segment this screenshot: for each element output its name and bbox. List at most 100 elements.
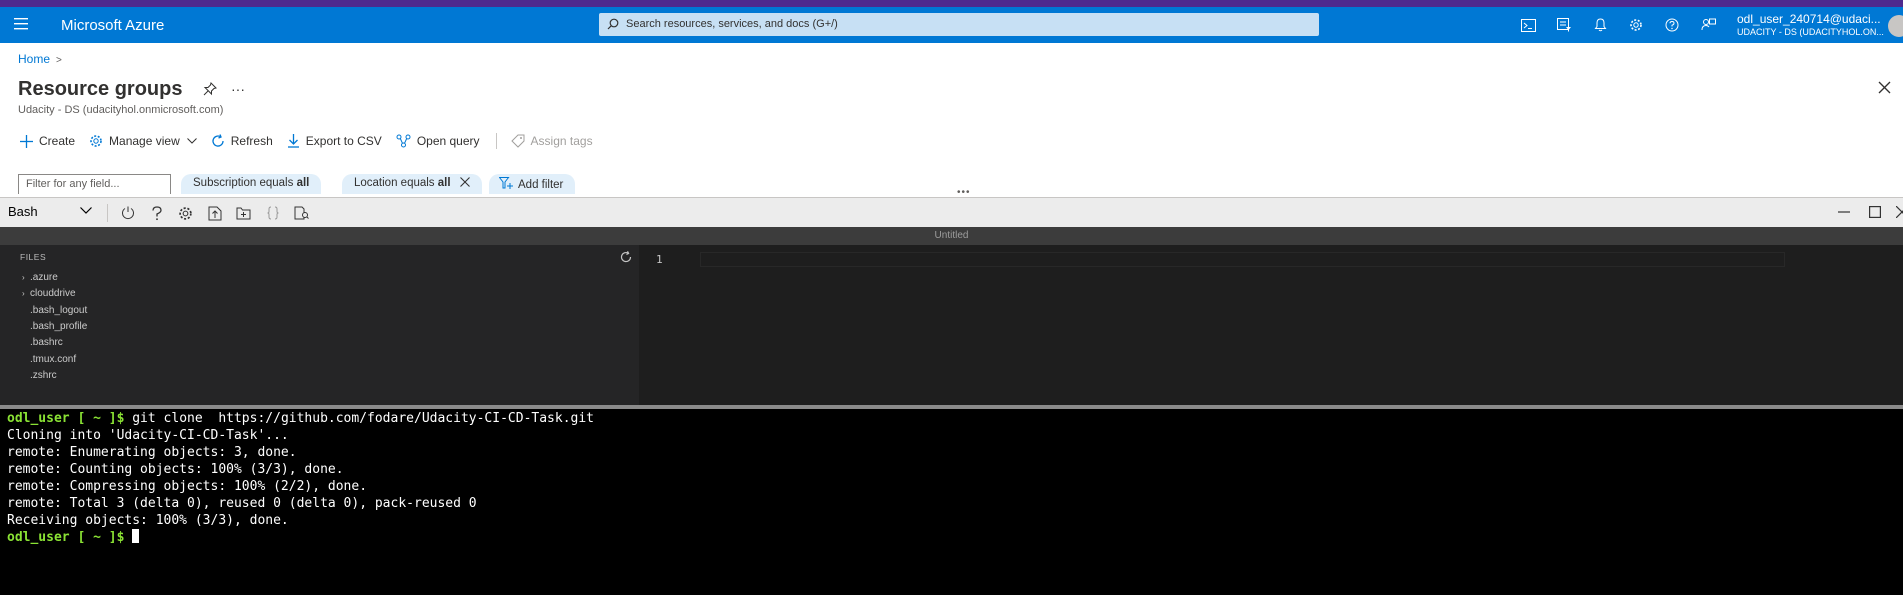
terminal-output: Cloning into 'Udacity-CI-CD-Task'... remo… bbox=[7, 427, 1896, 529]
chevron-down-icon bbox=[186, 138, 197, 144]
file-tree-item-label: .bashrc bbox=[30, 337, 63, 349]
gear-icon bbox=[90, 135, 102, 147]
add-filter-button[interactable]: Add filter bbox=[489, 174, 576, 194]
terminal-command-line: odl_user [ ~ ]$ git clone https://github… bbox=[7, 410, 1896, 427]
editor-braces-icon[interactable] bbox=[258, 205, 287, 221]
assign-tags-label: Assign tags bbox=[530, 134, 593, 148]
refresh-icon[interactable] bbox=[620, 251, 632, 263]
terminal-output-line: remote: Counting objects: 100% (3/3), do… bbox=[7, 462, 344, 477]
file-tree-item-label: clouddrive bbox=[30, 288, 76, 300]
create-label: Create bbox=[39, 134, 76, 148]
topbar-icon-group bbox=[1510, 16, 1726, 34]
subscription-filter-value: all bbox=[296, 177, 310, 189]
file-tree-item[interactable]: › clouddrive bbox=[22, 288, 76, 302]
command-separator bbox=[495, 133, 497, 149]
hamburger-menu-icon[interactable] bbox=[14, 18, 28, 30]
file-tree-item[interactable]: .bash_logout bbox=[22, 305, 87, 319]
terminal-output-line: remote: Compressing objects: 100% (2/2),… bbox=[7, 479, 368, 494]
search-icon bbox=[607, 18, 619, 30]
download-icon bbox=[287, 134, 299, 148]
close-icon[interactable] bbox=[1878, 81, 1891, 94]
close-icon[interactable] bbox=[459, 177, 470, 187]
shell-toolbar-icons bbox=[113, 205, 316, 221]
file-tree-item-label: .bash_logout bbox=[30, 304, 88, 316]
help-icon[interactable] bbox=[1654, 16, 1690, 34]
terminal-final-prompt: odl_user [ ~ ]$ bbox=[7, 530, 125, 545]
export-csv-label: Export to CSV bbox=[305, 134, 382, 148]
global-search-box[interactable]: Search resources, services, and docs (G+… bbox=[599, 13, 1319, 36]
avatar[interactable] bbox=[1888, 15, 1903, 37]
terminal-output-line: Receiving objects: 100% (3/3), done. bbox=[7, 513, 289, 528]
file-tree-item[interactable]: › .azure bbox=[22, 272, 58, 286]
file-tree-item-label: .azure bbox=[30, 272, 58, 283]
subscription-filter-pill[interactable]: Subscription equals all bbox=[181, 174, 322, 194]
portal-brand[interactable]: Microsoft Azure bbox=[61, 17, 164, 34]
tag-icon bbox=[510, 134, 525, 148]
add-filter-icon bbox=[498, 177, 513, 189]
open-query-button[interactable]: Open query bbox=[396, 134, 480, 148]
shell-type-selector[interactable]: Bash bbox=[8, 204, 38, 219]
command-bar: Create Manage view Refresh Export to CSV… bbox=[20, 133, 607, 149]
breadcrumb-home-link[interactable]: Home bbox=[18, 52, 50, 66]
filter-field-input[interactable]: Filter for any field... bbox=[18, 174, 171, 194]
upload-download-icon[interactable] bbox=[200, 205, 229, 221]
plus-icon bbox=[20, 134, 33, 148]
terminal-cursor bbox=[132, 529, 140, 543]
code-editor-pane: Untitled FILES › .azure › clouddrive .bash_l… bbox=[0, 227, 1903, 405]
chevron-down-icon[interactable] bbox=[80, 207, 92, 214]
refresh-icon bbox=[212, 134, 224, 147]
editor-tab-title: Untitled bbox=[0, 227, 1903, 245]
file-tree-item[interactable]: .tmux.conf bbox=[22, 354, 76, 368]
close-icon[interactable] bbox=[1896, 206, 1903, 218]
breadcrumb: Home > bbox=[18, 52, 62, 66]
pin-icon[interactable] bbox=[203, 82, 217, 96]
cloud-shell-icon[interactable] bbox=[1510, 16, 1546, 34]
directory-filter-icon[interactable] bbox=[1546, 16, 1582, 34]
file-tree-item[interactable]: .bash_profile bbox=[22, 321, 87, 335]
top-accent-strip bbox=[0, 0, 1903, 7]
account-menu[interactable]: odl_user_240714@udaci... UDACITY - DS (U… bbox=[1737, 12, 1884, 37]
page-title: Resource groups bbox=[18, 78, 183, 100]
minimize-icon[interactable] bbox=[1838, 206, 1850, 218]
create-button[interactable]: Create bbox=[20, 134, 75, 148]
export-csv-button[interactable]: Export to CSV bbox=[287, 134, 382, 148]
chevron-right-icon: › bbox=[22, 273, 25, 282]
manage-view-label: Manage view bbox=[109, 134, 180, 148]
manage-view-button[interactable]: Manage view bbox=[89, 134, 197, 148]
toolbar-divider bbox=[107, 204, 108, 222]
more-options-icon[interactable]: ··· bbox=[231, 81, 245, 97]
cloud-shell-toolbar: Bash bbox=[0, 197, 1903, 227]
search-placeholder: Search resources, services, and docs (G+… bbox=[626, 18, 838, 30]
help-icon[interactable] bbox=[142, 205, 171, 221]
location-filter-label: Location equals bbox=[354, 177, 438, 189]
restart-icon[interactable] bbox=[113, 205, 142, 221]
account-tenant: UDACITY - DS (UDACITYHOL.ON... bbox=[1737, 27, 1884, 37]
location-filter-pill[interactable]: Location equals all bbox=[342, 174, 482, 194]
add-filter-label: Add filter bbox=[518, 179, 564, 191]
terminal-output-line: remote: Total 3 (delta 0), reused 0 (del… bbox=[7, 496, 477, 511]
refresh-label: Refresh bbox=[230, 134, 273, 148]
refresh-button[interactable]: Refresh bbox=[211, 134, 273, 148]
feedback-icon[interactable] bbox=[1690, 16, 1726, 34]
settings-icon[interactable] bbox=[1618, 16, 1654, 34]
assign-tags-button[interactable]: Assign tags bbox=[510, 134, 593, 148]
web-preview-icon[interactable] bbox=[287, 205, 316, 221]
editor-text-area[interactable] bbox=[700, 252, 1785, 267]
open-query-label: Open query bbox=[416, 134, 480, 148]
settings-icon[interactable] bbox=[171, 205, 200, 221]
files-header: FILES bbox=[20, 252, 47, 262]
terminal-output-line: Cloning into 'Udacity-CI-CD-Task'... bbox=[7, 428, 289, 443]
terminal-output-line: remote: Enumerating objects: 3, done. bbox=[7, 445, 297, 460]
maximize-icon[interactable] bbox=[1869, 206, 1881, 218]
notifications-icon[interactable] bbox=[1582, 16, 1618, 34]
open-folder-icon[interactable] bbox=[229, 205, 258, 221]
terminal[interactable]: odl_user [ ~ ]$ git clone https://github… bbox=[0, 409, 1903, 595]
file-tree-item-label: .zshrc bbox=[30, 369, 57, 381]
terminal-active-line: odl_user [ ~ ]$ bbox=[7, 529, 1896, 546]
file-tree-item[interactable]: .bashrc bbox=[22, 337, 63, 351]
file-tree-item[interactable]: .zshrc bbox=[22, 370, 57, 384]
account-username: odl_user_240714@udaci... bbox=[1737, 12, 1881, 26]
file-tree-item-label: .tmux.conf bbox=[30, 353, 77, 365]
file-tree-item-label: .bash_profile bbox=[30, 320, 88, 332]
terminal-command: git clone https://github.com/fodare/Udac… bbox=[124, 411, 595, 426]
